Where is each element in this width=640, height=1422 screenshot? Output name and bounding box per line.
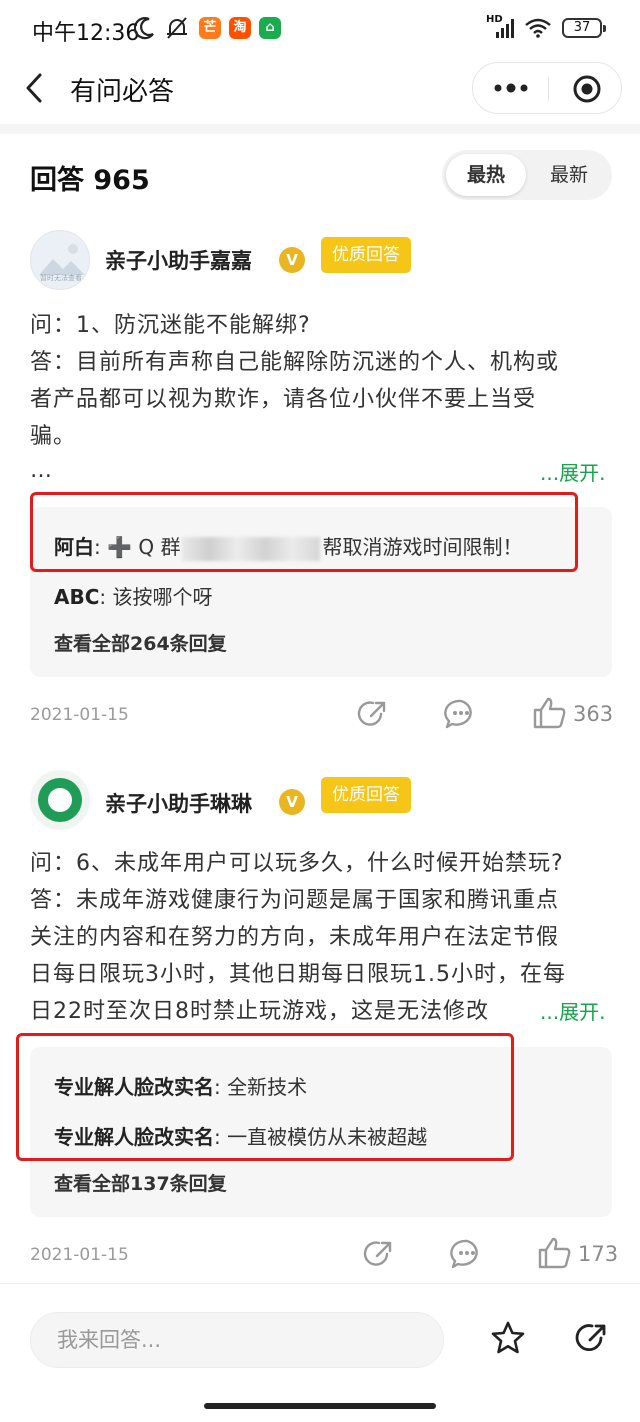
answer-text: 问：1、防沉迷能不能解绑? 答：目前所有声称自己能解除防沉迷的个人、机构或 者产… [30, 307, 614, 455]
avatar[interactable] [30, 770, 90, 830]
quality-answer-badge: 优质回答 [321, 237, 411, 273]
home-app-icon: ⌂ [259, 17, 281, 39]
share-icon[interactable] [574, 1320, 610, 1356]
highlight-box [30, 492, 578, 572]
comment-icon[interactable] [444, 698, 478, 730]
answer-text: 问：6、未成年用户可以玩多久，什么时候开始禁玩? 答：未成年游戏健康行为问题是属… [30, 845, 614, 1030]
home-indicator [204, 1403, 436, 1409]
answer-line: 答：未成年游戏健康行为问题是属于国家和腾讯重点 [30, 888, 560, 913]
green-chat-avatar-icon [38, 778, 82, 822]
battery-indicator: 37 [562, 18, 606, 38]
answer-line: 日22时至次日8时禁止玩游戏，这是无法修改 [30, 999, 489, 1024]
answer-line: 问：1、防沉迷能不能解绑? [30, 313, 311, 338]
mango-app-icon: 芒 [199, 17, 221, 39]
comment-icon[interactable] [450, 1238, 484, 1270]
comment-user: ABC [54, 585, 100, 609]
view-all-replies-link[interactable]: 查看全部264条回复 [54, 629, 227, 656]
expand-link[interactable]: ...展开. [538, 996, 606, 1025]
avatar[interactable]: 暂时无法查看 [30, 230, 90, 290]
nav-bar: 有问必答 [0, 56, 640, 124]
thumbs-up-icon[interactable] [537, 1236, 573, 1270]
like-count: 173 [578, 1242, 619, 1266]
comment-item[interactable]: ABC: 该按哪个呀 [54, 581, 213, 610]
answer-line: 关注的内容和在努力的方向，未成年用户在法定节假 [30, 925, 560, 950]
answer-date: 2021-01-15 [30, 705, 129, 725]
signal-icon [496, 19, 514, 38]
more-dots-icon[interactable] [493, 81, 529, 95]
like-count: 363 [573, 702, 614, 726]
author-name[interactable]: 亲子小助手嘉嘉 [105, 245, 252, 275]
sort-hot-button[interactable]: 最热 [446, 154, 526, 196]
answer-line: 者产品都可以视为欺诈，请各位小伙伴不要上当受 [30, 387, 537, 412]
bottom-bar: 我来回答... [0, 1284, 640, 1422]
sort-new-button[interactable]: 最新 [530, 154, 608, 196]
view-all-replies-link[interactable]: 查看全部137条回复 [54, 1169, 227, 1196]
bell-muted-icon [167, 17, 187, 39]
author-name[interactable]: 亲子小助手琳琳 [105, 788, 252, 818]
section-divider [0, 124, 640, 134]
wifi-icon [525, 18, 551, 38]
avatar-caption: 暂时无法查看 [40, 274, 82, 282]
answer-line: 问：6、未成年用户可以玩多久，什么时候开始禁玩? [30, 851, 564, 876]
answer-line: 答：目前所有声称自己能解除防沉迷的个人、机构或 [30, 350, 560, 375]
comment-text: 该按哪个呀 [112, 585, 213, 609]
share-icon[interactable] [357, 698, 389, 730]
taobao-app-icon: 淘 [229, 17, 251, 39]
sort-toggle: 最热 最新 [442, 150, 612, 200]
status-time: 中午12:36 [32, 21, 140, 46]
status-bar: 中午12:36 芒 淘 ⌂ HD 37 [0, 0, 640, 56]
answer-line: 日每日限玩3小时，其他日期每日限玩1.5小时，在每 [30, 962, 566, 987]
highlight-box [16, 1033, 514, 1161]
answer-line: 骗。 [30, 424, 77, 449]
reply-input[interactable]: 我来回答... [30, 1312, 444, 1368]
mini-program-capsule [472, 62, 622, 114]
truncation-ellipsis: … [30, 458, 52, 483]
star-icon[interactable] [490, 1320, 526, 1356]
moon-icon [134, 17, 154, 40]
target-close-icon[interactable] [572, 74, 602, 104]
back-arrow-icon[interactable] [22, 72, 48, 104]
expand-link[interactable]: ...展开. [540, 457, 605, 486]
quality-answer-badge: 优质回答 [321, 777, 411, 813]
page-title: 有问必答 [70, 77, 175, 107]
capsule-divider [548, 77, 549, 101]
share-icon[interactable] [363, 1238, 395, 1270]
answers-count-title: 回答 965 [30, 165, 150, 196]
verified-badge-icon: V [279, 247, 305, 273]
thumbs-up-icon[interactable] [532, 696, 568, 730]
answer-date: 2021-01-15 [30, 1245, 129, 1265]
verified-badge-icon: V [279, 789, 305, 815]
